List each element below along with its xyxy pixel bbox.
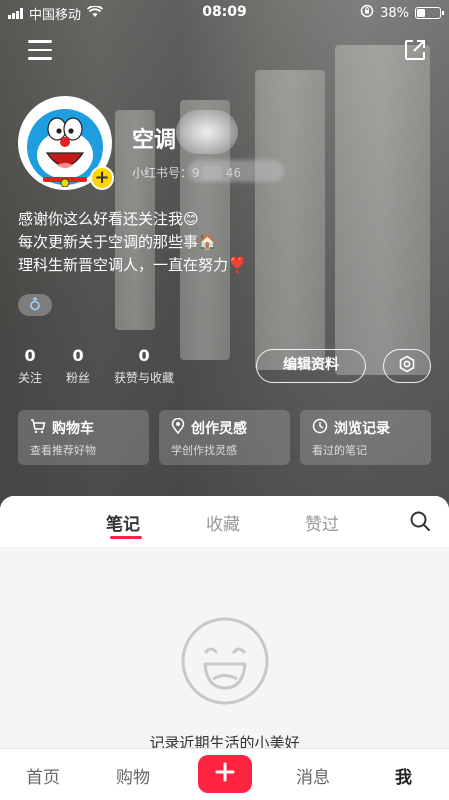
menu-icon[interactable] <box>28 40 52 60</box>
bio-line: 理科生新晋空调人，一直在努力❣️ <box>18 256 247 274</box>
card-creation-inspiration[interactable]: 创作灵感 学创作找灵感 <box>159 410 290 465</box>
profile-screen: 中国移动 08:09 38% + 空调 小红书号：9 ▒▒ 46 感谢你这么好看… <box>0 0 449 800</box>
card-title: 浏览记录 <box>334 421 390 437</box>
settings-button[interactable] <box>383 349 431 383</box>
nav-me[interactable]: 我 <box>395 763 412 788</box>
stat-number: 0 <box>72 346 84 365</box>
clock-icon <box>312 418 328 438</box>
username-redaction <box>176 110 238 154</box>
edit-profile-button[interactable]: 编辑资料 <box>256 349 366 383</box>
bio: 感谢你这么好看还关注我😊 每次更新关于空调的那些事🏠 理科生新晋空调人，一直在努… <box>18 208 247 277</box>
card-subtitle: 学创作找灵感 <box>171 444 237 457</box>
user-id-redaction <box>188 160 284 182</box>
bottom-nav: 首页 购物 消息 我 <box>0 748 449 800</box>
bio-line: 每次更新关于空调的那些事🏠 <box>18 233 217 251</box>
stat-likes-collections[interactable]: 0 获赞与收藏 <box>114 346 174 386</box>
nav-home[interactable]: 首页 <box>26 763 60 788</box>
add-avatar-icon[interactable]: + <box>90 166 114 190</box>
stats-row: 0 关注 0 粉丝 0 获赞与收藏 <box>18 346 174 386</box>
tab-notes[interactable]: 笔记 <box>106 510 140 535</box>
location-pin-icon <box>171 417 185 438</box>
battery-icon <box>415 7 444 19</box>
card-subtitle: 看过的笔记 <box>312 444 367 457</box>
stat-number: 0 <box>24 346 36 365</box>
card-title: 购物车 <box>52 421 94 437</box>
card-subtitle: 查看推荐好物 <box>30 444 96 457</box>
username: 空调 <box>132 128 177 153</box>
content-tabs: 笔记 收藏 赞过 <box>0 496 449 548</box>
active-tab-indicator <box>110 536 142 539</box>
cart-icon <box>30 418 46 438</box>
stat-number: 0 <box>138 346 150 365</box>
create-post-button[interactable] <box>198 755 252 793</box>
battery-percent: 38% <box>380 5 409 21</box>
gear-icon <box>398 355 416 377</box>
share-icon[interactable] <box>403 38 427 62</box>
card-title: 创作灵感 <box>191 421 247 437</box>
stat-followers[interactable]: 0 粉丝 <box>66 346 90 386</box>
shortcut-cards: 购物车 查看推荐好物 创作灵感 学创作找灵感 浏览记录 看过的笔记 <box>18 410 431 465</box>
rotation-lock-icon <box>360 4 374 22</box>
gender-badge <box>18 294 52 316</box>
tab-collections[interactable]: 收藏 <box>206 510 240 535</box>
stat-label: 获赞与收藏 <box>114 371 175 385</box>
bio-line: 感谢你这么好看还关注我😊 <box>18 210 199 228</box>
search-icon[interactable] <box>409 510 431 536</box>
male-icon <box>29 296 41 315</box>
tab-liked[interactable]: 赞过 <box>305 510 339 535</box>
card-shopping-cart[interactable]: 购物车 查看推荐好物 <box>18 410 149 465</box>
status-bar: 中国移动 08:09 38% <box>0 0 449 26</box>
stat-label: 粉丝 <box>66 371 91 385</box>
card-browse-history[interactable]: 浏览记录 看过的笔记 <box>300 410 431 465</box>
stat-following[interactable]: 0 关注 <box>18 346 42 386</box>
nav-messages[interactable]: 消息 <box>296 763 330 788</box>
plus-icon <box>215 762 235 786</box>
laughing-face-icon <box>180 616 270 710</box>
nav-shop[interactable]: 购物 <box>116 763 150 788</box>
stat-label: 关注 <box>18 371 43 385</box>
